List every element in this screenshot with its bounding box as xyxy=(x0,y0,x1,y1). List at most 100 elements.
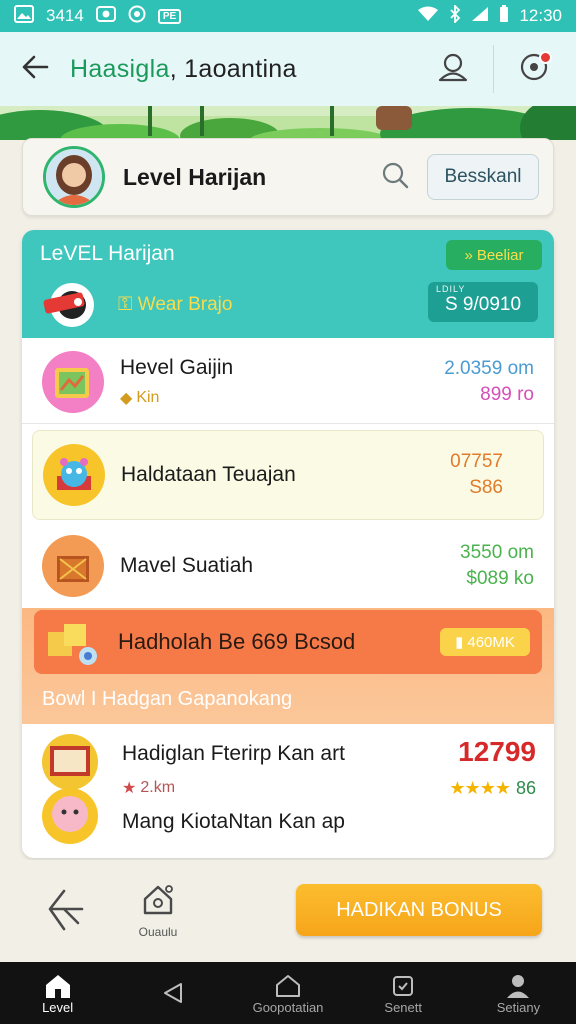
action-area: Ouaulu HADIKAN BONUS xyxy=(0,860,576,962)
nav-label: Level xyxy=(42,999,74,1015)
tag-icon: ▮ xyxy=(455,634,464,651)
bonus-pill-text: 460MK xyxy=(467,633,515,651)
profile-icon xyxy=(437,51,469,88)
home-outline-icon xyxy=(275,972,301,1000)
back-arrow-icon xyxy=(20,54,50,85)
final-value: 12799 xyxy=(458,736,536,767)
score-label: LDILY xyxy=(436,284,466,294)
camera-icon xyxy=(95,5,116,28)
app-title-part1: Haasigla xyxy=(70,54,170,83)
back-branch-icon xyxy=(44,885,86,940)
settings-icon xyxy=(128,5,146,28)
home-icon xyxy=(140,882,176,923)
final-title-1: Hadiglan Fterirp Kan art xyxy=(122,742,345,765)
profile-name: Level Harijan xyxy=(123,163,267,190)
row-value-secondary: S86 xyxy=(469,477,503,498)
nav-item-senett[interactable]: Senett xyxy=(346,962,461,1024)
nav-item-goopotatian[interactable]: Goopotatian xyxy=(230,962,345,1024)
row-subtitle: ◆ Kin xyxy=(120,388,233,408)
shield-icon xyxy=(391,972,415,1000)
nav-label: Senett xyxy=(384,999,422,1015)
bonus-section: Hadholah Be 669 Bcsod ▮ 460MK Bowl I Had… xyxy=(22,608,554,724)
score-value: S 9/0910 xyxy=(444,294,522,315)
profile-card: Level Harijan Besskanl xyxy=(22,138,554,216)
home-icon xyxy=(44,972,72,1000)
final-subtitle: ★ 2.km xyxy=(122,778,175,798)
final-title-2: Mang KiotaNtan Kan ap xyxy=(122,810,345,833)
final-rating: ★★★★ 86 xyxy=(449,778,536,799)
bonus-pill: ▮ 460MK xyxy=(440,628,530,656)
monster-icon xyxy=(43,444,105,506)
header-subtitle-text: Wear Brajo xyxy=(137,294,233,315)
appbar-divider xyxy=(493,45,494,93)
triangle-back-icon xyxy=(161,979,185,1007)
nav-item-level[interactable]: Level xyxy=(0,962,115,1024)
notification-button[interactable] xyxy=(504,39,564,99)
list-item[interactable]: Hevel Gaijin ◆ Kin 2.0359 om 899 ro xyxy=(22,340,554,424)
list-item[interactable]: Haldataan Teuajan 07757 S86 xyxy=(32,430,544,520)
status-left-text: 3414 xyxy=(46,6,84,25)
search-icon xyxy=(381,161,409,194)
row-value-secondary: $089 ko xyxy=(466,568,534,589)
final-list-item[interactable]: Hadiglan Fterirp Kan art ★ 2.km Mang Kio… xyxy=(22,724,554,858)
badge-ribbon-icon xyxy=(42,280,100,330)
row-title: Hevel Gaijin xyxy=(120,355,234,379)
row-title: Mavel Suatiah xyxy=(120,554,254,577)
status-app-tag: PE xyxy=(157,8,182,24)
key-icon: ⚿ xyxy=(118,294,133,315)
bonus-title: Hadholah Be 669 Bcsod xyxy=(118,629,356,654)
app-title-part2: , 1aoantina xyxy=(169,54,297,83)
back-button[interactable] xyxy=(0,32,70,106)
level-title: LeVEL Harijan xyxy=(40,242,175,265)
home-action-button[interactable]: Ouaulu xyxy=(128,882,188,944)
bonus-bar[interactable]: Hadholah Be 669 Bcsod ▮ 460MK xyxy=(34,610,542,674)
banner-illustration xyxy=(0,106,576,140)
row-value-primary: 07757 xyxy=(450,451,503,472)
wifi-icon xyxy=(417,6,439,27)
nav-label: Goopotatian xyxy=(252,999,324,1015)
image-icon xyxy=(14,4,34,28)
header-subtitle: ⚿ Wear Brajo xyxy=(118,294,232,316)
score-box: LDILY S 9/0910 xyxy=(428,282,538,322)
bottom-nav: Level Goopotatian Senett Setiany xyxy=(0,962,576,1024)
battery-icon xyxy=(499,4,509,28)
app-bar: Haasigla, 1aoantina xyxy=(0,32,576,106)
star-icon: ★ xyxy=(122,780,137,797)
share-back-button[interactable] xyxy=(40,884,90,940)
header-badge[interactable]: » Beeliar xyxy=(446,240,542,270)
profile-button[interactable] xyxy=(423,39,483,99)
rating-value: 86 xyxy=(515,778,536,798)
home-action-label: Ouaulu xyxy=(138,925,178,939)
bluetooth-icon xyxy=(449,3,461,28)
notification-dot xyxy=(539,51,552,64)
final-subtitle-text: 2.km xyxy=(140,779,176,796)
stacked-icons xyxy=(40,732,104,848)
search-button[interactable] xyxy=(375,157,415,197)
nav-label: Setiany xyxy=(496,999,541,1015)
level-header: LeVEL Harijan » Beeliar ⚿ Wear Brajo LDI… xyxy=(22,230,554,338)
avatar[interactable] xyxy=(43,146,105,208)
row-title: Haldataan Teuajan xyxy=(121,463,296,486)
gift-blocks-icon xyxy=(44,614,104,670)
status-time: 12:30 xyxy=(519,6,562,25)
search-action-button[interactable]: Besskanl xyxy=(427,154,539,200)
list-item[interactable]: Mavel Suatiah 3550 om $089 ko xyxy=(22,526,554,606)
nav-item-back[interactable] xyxy=(115,962,230,1024)
map-icon xyxy=(42,350,104,413)
chest-icon xyxy=(42,535,104,597)
row-value-primary: 2.0359 om xyxy=(444,357,534,379)
bonus-label: Bowl I Hadgan Gapanokang xyxy=(42,688,293,710)
row-value-secondary: 899 ro xyxy=(480,383,534,405)
diamond-icon: ◆ xyxy=(120,389,133,407)
signal-icon xyxy=(471,6,489,27)
header-badge-label: Beeliar xyxy=(476,246,524,264)
app-title: Haasigla, 1aoantina xyxy=(70,55,297,84)
status-bar: 3414 PE 12:30 xyxy=(0,0,576,32)
person-icon xyxy=(505,972,531,1000)
double-chevron-icon: » xyxy=(464,246,473,264)
hadikan-bonus-button[interactable]: HADIKAN BONUS xyxy=(296,884,542,936)
level-list-card: LeVEL Harijan » Beeliar ⚿ Wear Brajo LDI… xyxy=(22,230,554,858)
row-subtitle-text: Kin xyxy=(136,388,160,406)
nav-item-setiany[interactable]: Setiany xyxy=(461,962,576,1024)
row-value-primary: 3550 om xyxy=(460,542,534,563)
